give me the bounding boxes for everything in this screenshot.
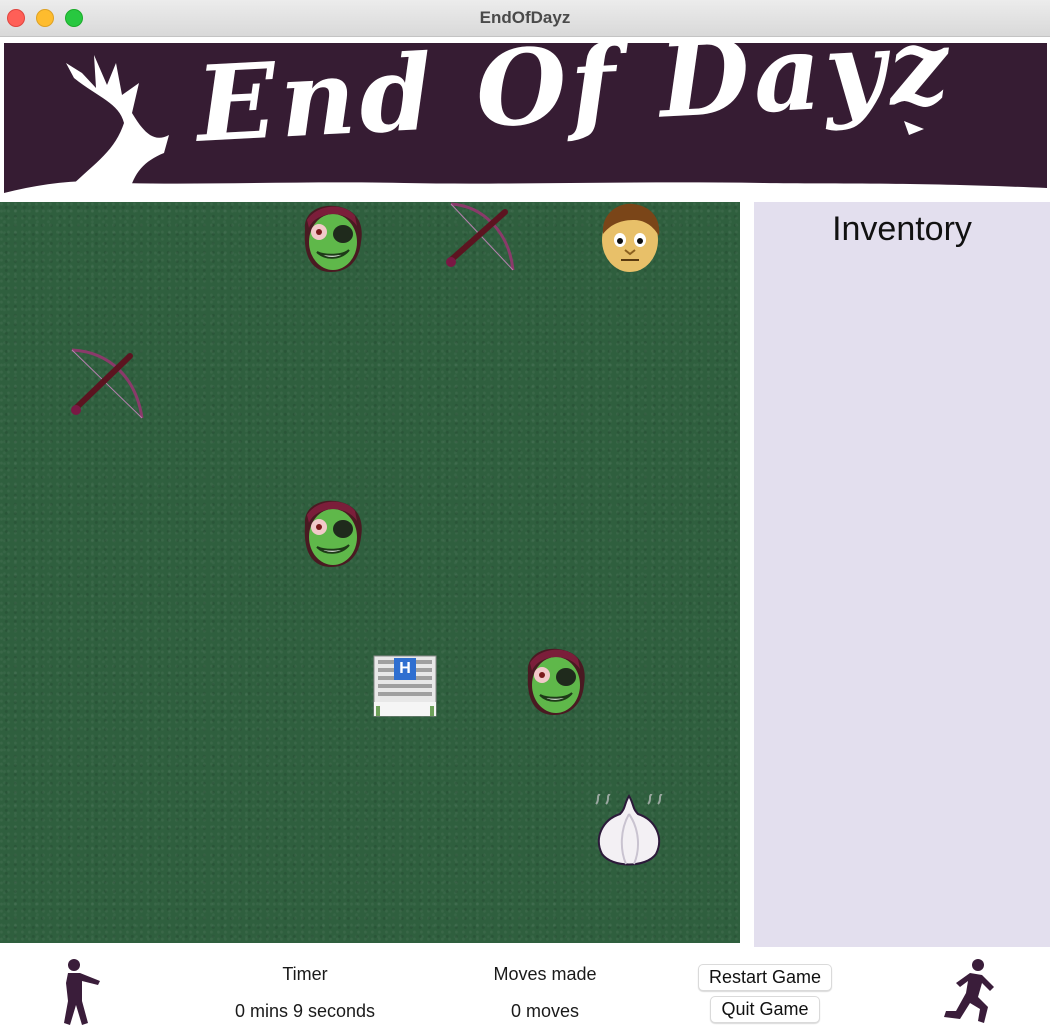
- hospital-sign-label: H: [399, 660, 411, 677]
- garlic-icon[interactable]: [592, 793, 666, 868]
- status-bar: Timer 0 mins 9 seconds Moves made 0 move…: [0, 947, 1050, 1028]
- inventory-title: Inventory: [832, 210, 972, 248]
- game-banner: End Of Dayz: [4, 43, 1047, 193]
- zombie-icon[interactable]: [518, 645, 592, 719]
- moves-label: Moves made: [493, 964, 597, 984]
- game-board[interactable]: H: [0, 202, 740, 943]
- hospital-icon[interactable]: H: [370, 650, 444, 724]
- quit-game-button[interactable]: Quit Game: [710, 996, 820, 1023]
- running-person-icon: [944, 959, 994, 1023]
- timer-value: 0 mins 9 seconds: [234, 1001, 376, 1021]
- player-icon[interactable]: [593, 202, 667, 276]
- zombie-icon[interactable]: [295, 497, 369, 571]
- moves-value: 0 moves: [510, 1001, 580, 1021]
- walking-zombie-icon: [64, 959, 100, 1025]
- window-titlebar: EndOfDayz: [0, 0, 1050, 37]
- window-title: EndOfDayz: [479, 8, 571, 27]
- timer-label: Timer: [282, 964, 328, 984]
- restart-game-button[interactable]: Restart Game: [698, 964, 832, 991]
- crossbow-icon[interactable]: [443, 202, 517, 276]
- zombie-icon[interactable]: [295, 202, 369, 276]
- inventory-panel[interactable]: Inventory: [754, 202, 1050, 947]
- crossbow-icon[interactable]: [70, 348, 144, 422]
